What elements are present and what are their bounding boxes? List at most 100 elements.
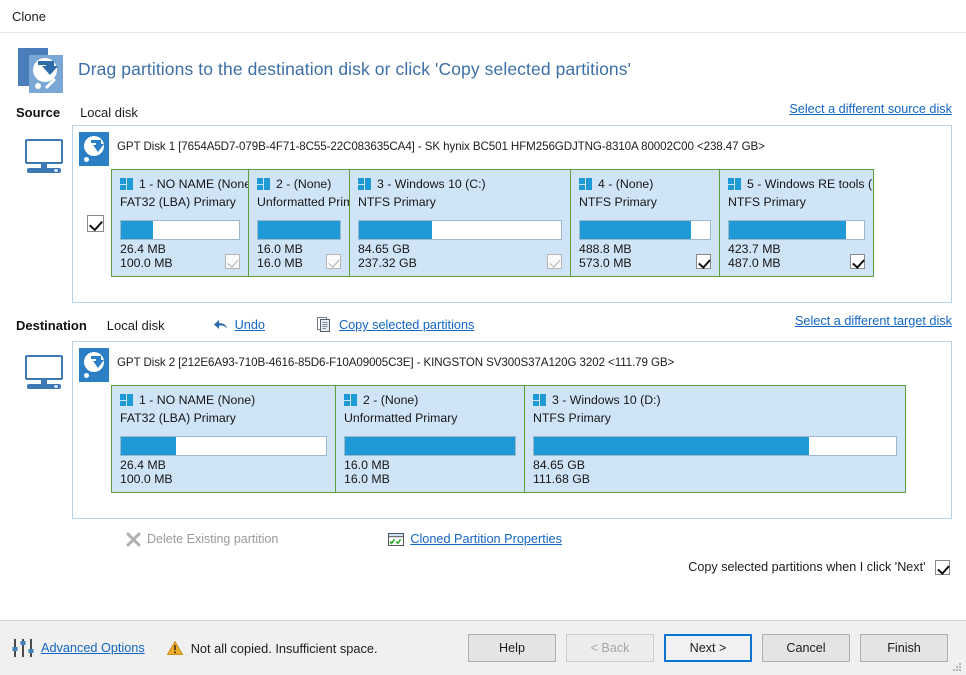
destination-sublabel: Local disk (106, 317, 165, 333)
partition-title: 5 - Windows RE tools (None) (728, 177, 873, 191)
source-partition[interactable]: 3 - Windows 10 (C:) NTFS Primary 84.65 GB 2… (349, 169, 571, 277)
destination-partition[interactable]: 1 - NO NAME (None) FAT32 (LBA) Primary 26.… (111, 385, 336, 493)
partition-title: 3 - Windows 10 (C:) (358, 177, 562, 191)
source-partition[interactable]: 1 - NO NAME (None) FAT32 (LBA) Primary 26.… (111, 169, 249, 277)
partition-filesystem: FAT32 (LBA) Primary (120, 411, 236, 425)
partition-usage-bar (358, 220, 562, 240)
windows-logo-icon (257, 177, 270, 191)
destination-label: Destination (16, 317, 87, 333)
source-partition[interactable]: 5 - Windows RE tools (None) NTFS Primary 4… (719, 169, 874, 277)
partition-filesystem: NTFS Primary (728, 195, 806, 209)
source-partition-checkbox[interactable] (547, 254, 562, 269)
destination-disk-area: GPT Disk 2 [212E6A93-710B-4616-85D6-F10A… (0, 341, 966, 519)
partition-total: 16.0 MB (257, 256, 303, 270)
cancel-button[interactable]: Cancel (762, 634, 850, 662)
partition-usage-bar (728, 220, 865, 240)
source-disk-header: GPT Disk 1 [7654A5D7-079B-4F71-8C55-22C0… (73, 126, 951, 166)
destination-partition[interactable]: 3 - Windows 10 (D:) NTFS Primary 84.65 GB 1… (524, 385, 906, 493)
partition-title: 4 - (None) (579, 177, 711, 191)
partition-title: 1 - NO NAME (None) (120, 393, 327, 407)
source-disk-area: GPT Disk 1 [7654A5D7-079B-4F71-8C55-22C0… (0, 125, 966, 303)
source-label: Source (16, 104, 61, 120)
partition-usage-bar (257, 220, 341, 240)
page-banner: Drag partitions to the destination disk … (0, 33, 966, 99)
partition-sizes: 84.65 GB 111.68 GB (533, 458, 590, 486)
delete-existing-partition-button[interactable]: Delete Existing partition (126, 532, 278, 547)
source-partition[interactable]: 4 - (None) NTFS Primary 488.8 MB 573.0 MB (570, 169, 720, 277)
copy-selected-partitions-button[interactable]: Copy selected partitions (316, 317, 475, 333)
copy-on-next-label: Copy selected partitions when I click 'N… (688, 560, 926, 574)
partition-usage-bar (344, 436, 516, 456)
finish-button[interactable]: Finish (860, 634, 948, 662)
x-icon (126, 532, 141, 546)
partition-used: 84.65 GB (533, 458, 585, 472)
window-title-bar: Clone (0, 0, 966, 33)
destination-partition-list: 1 - NO NAME (None) FAT32 (LBA) Primary 26.… (111, 385, 906, 493)
undo-label: Undo (234, 318, 265, 332)
source-partition[interactable]: 2 - (None) Unformatted Primary 16.0 MB16.0… (248, 169, 350, 277)
help-button[interactable]: Help (468, 634, 556, 662)
partition-name: 1 - NO NAME (None) (139, 177, 249, 191)
source-partition-checkbox[interactable] (696, 254, 711, 269)
partition-filesystem: Unformatted Primary (344, 411, 458, 425)
partition-total: 573.0 MB (579, 256, 632, 270)
partition-total: 16.0 MB (344, 472, 390, 486)
source-disk-checkbox-column (79, 169, 111, 277)
destination-disk-header: GPT Disk 2 [212E6A93-710B-4616-85D6-F10A… (73, 342, 951, 382)
clone-disk-icon (16, 46, 68, 94)
next-button[interactable]: Next > (664, 634, 752, 662)
partition-used: 423.7 MB (728, 242, 781, 256)
partition-usage-bar (120, 436, 327, 456)
destination-partitions-row: 1 - NO NAME (None) FAT32 (LBA) Primary 26.… (73, 382, 951, 501)
undo-button[interactable]: Undo (213, 318, 265, 332)
partition-name: 2 - (None) (276, 177, 332, 191)
partition-usage-bar (120, 220, 240, 240)
partition-total: 100.0 MB (120, 472, 173, 486)
destination-partition[interactable]: 2 - (None) Unformatted Primary 16.0 MB 16.0… (335, 385, 525, 493)
source-monitor-column (16, 125, 72, 303)
monitor-icon (25, 355, 63, 389)
partition-title: 2 - (None) (257, 177, 341, 191)
partition-filesystem: NTFS Primary (533, 411, 611, 425)
cloned-partition-properties-label: Cloned Partition Properties (410, 532, 562, 546)
resize-grip-icon[interactable] (952, 662, 962, 672)
select-different-target-disk-link[interactable]: Select a different target disk (795, 314, 952, 328)
advanced-options-link[interactable]: Advanced Options (41, 641, 145, 655)
source-partition-checkbox[interactable] (326, 254, 341, 269)
partition-used: 16.0 MB (257, 242, 303, 256)
windows-logo-icon (344, 393, 357, 407)
partition-total: 100.0 MB (120, 256, 173, 270)
copy-on-next-row: Copy selected partitions when I click 'N… (0, 560, 966, 576)
partition-total: 111.68 GB (533, 472, 590, 486)
windows-logo-icon (533, 393, 546, 407)
partition-used: 488.8 MB (579, 242, 632, 256)
partition-name: 2 - (None) (363, 393, 419, 407)
source-partition-checkbox[interactable] (850, 254, 865, 269)
source-partition-checkbox[interactable] (225, 254, 240, 269)
windows-logo-icon (120, 177, 133, 191)
source-disk-checkbox[interactable] (86, 214, 104, 232)
cloned-partition-properties-button[interactable]: Cloned Partition Properties (388, 532, 562, 546)
monitor-icon (25, 139, 63, 173)
copy-on-next-checkbox[interactable] (935, 560, 950, 576)
destination-monitor-column (16, 341, 72, 519)
warning-triangle-icon (166, 641, 183, 655)
partition-name: 4 - (None) (598, 177, 654, 191)
partition-sizes: 16.0 MB 16.0 MB (257, 242, 303, 270)
windows-logo-icon (358, 177, 371, 191)
select-different-source-disk-link[interactable]: Select a different source disk (789, 102, 952, 116)
footer-bar: Advanced Options Not all copied. Insuffi… (0, 620, 966, 675)
partition-filesystem: Unformatted Primary (257, 195, 349, 209)
source-partition-list: 1 - NO NAME (None) FAT32 (LBA) Primary 26.… (111, 169, 874, 277)
grid-check-icon (388, 532, 405, 546)
partition-sizes: 488.8 MB 573.0 MB (579, 242, 632, 270)
partition-title: 3 - Windows 10 (D:) (533, 393, 897, 407)
partition-name: 1 - NO NAME (None) (139, 393, 256, 407)
partition-used: 16.0 MB (344, 458, 390, 472)
copy-selected-partitions-label: Copy selected partitions (338, 318, 475, 332)
window-title: Clone (12, 8, 46, 24)
footer-button-bar: Help < Back Next > Cancel Finish (468, 634, 954, 662)
source-sublabel: Local disk (80, 104, 138, 120)
source-disk-title: GPT Disk 1 [7654A5D7-079B-4F71-8C55-22C0… (117, 140, 765, 153)
destination-header-row: Destination Local disk Undo Copy selecte… (0, 311, 966, 339)
